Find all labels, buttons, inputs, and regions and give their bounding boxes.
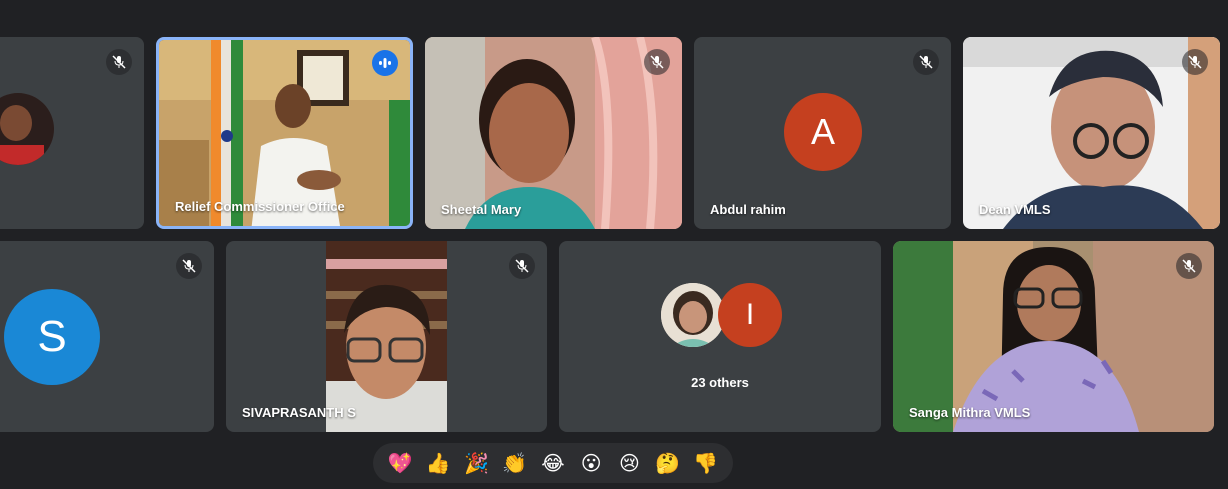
participant-avatar: A [784,93,862,171]
others-tile[interactable]: I 23 others [559,241,881,432]
participant-tile-6[interactable]: S [0,241,214,432]
thumbs-up-reaction[interactable]: 👍 [422,447,454,479]
others-avatar-photo [661,283,725,347]
participant-name: Abdul rahim [710,202,786,217]
participant-avatar: S [4,289,100,385]
mic-muted-icon [644,49,670,75]
participant-name: SIVAPRASANTH S [242,405,356,420]
mic-muted-icon [1176,253,1202,279]
speaking-indicator-icon [372,50,398,76]
mic-muted-icon [176,253,202,279]
participant-avatar [0,93,54,165]
participant-name: Relief Commissioner Office [175,199,345,214]
surprised-reaction[interactable]: 😮 [575,447,607,479]
party-popper-reaction[interactable]: 🎉 [461,447,493,479]
participant-tile-8[interactable]: Sanga Mithra VMLS [893,241,1214,432]
others-avatar-initial: I [718,283,782,347]
participant-name: Sheetal Mary [441,202,522,217]
participant-tile-4[interactable]: A Abdul rahim [694,37,951,229]
thinking-reaction[interactable]: 🤔 [652,447,684,479]
thumbs-down-reaction[interactable]: 👎 [690,447,722,479]
participant-tile-3[interactable]: Sheetal Mary [425,37,682,229]
laughing-reaction[interactable]: 😂 [537,447,569,479]
participant-tile-1[interactable] [0,37,144,229]
others-count-label: 23 others [691,375,749,390]
video-feed [425,37,682,229]
video-feed [326,241,447,432]
video-feed [963,37,1220,229]
mic-muted-icon [106,49,132,75]
mic-muted-icon [913,49,939,75]
participant-name: Dean VMLS [979,202,1051,217]
mic-muted-icon [1182,49,1208,75]
participant-tile-7[interactable]: SIVAPRASANTH S [226,241,547,432]
clapping-reaction[interactable]: 👏 [499,447,531,479]
sparkling-heart-reaction[interactable]: 💖 [384,447,416,479]
participant-tile-5[interactable]: Dean VMLS [963,37,1220,229]
mic-muted-icon [509,253,535,279]
participant-name: Sanga Mithra VMLS [909,405,1031,420]
video-feed [893,241,1214,432]
crying-reaction[interactable]: 😢 [613,447,645,479]
reactions-bar: 💖 👍 🎉 👏 😂 😮 😢 🤔 👎 [373,443,733,483]
participant-tile-2[interactable]: Relief Commissioner Office [156,37,413,229]
